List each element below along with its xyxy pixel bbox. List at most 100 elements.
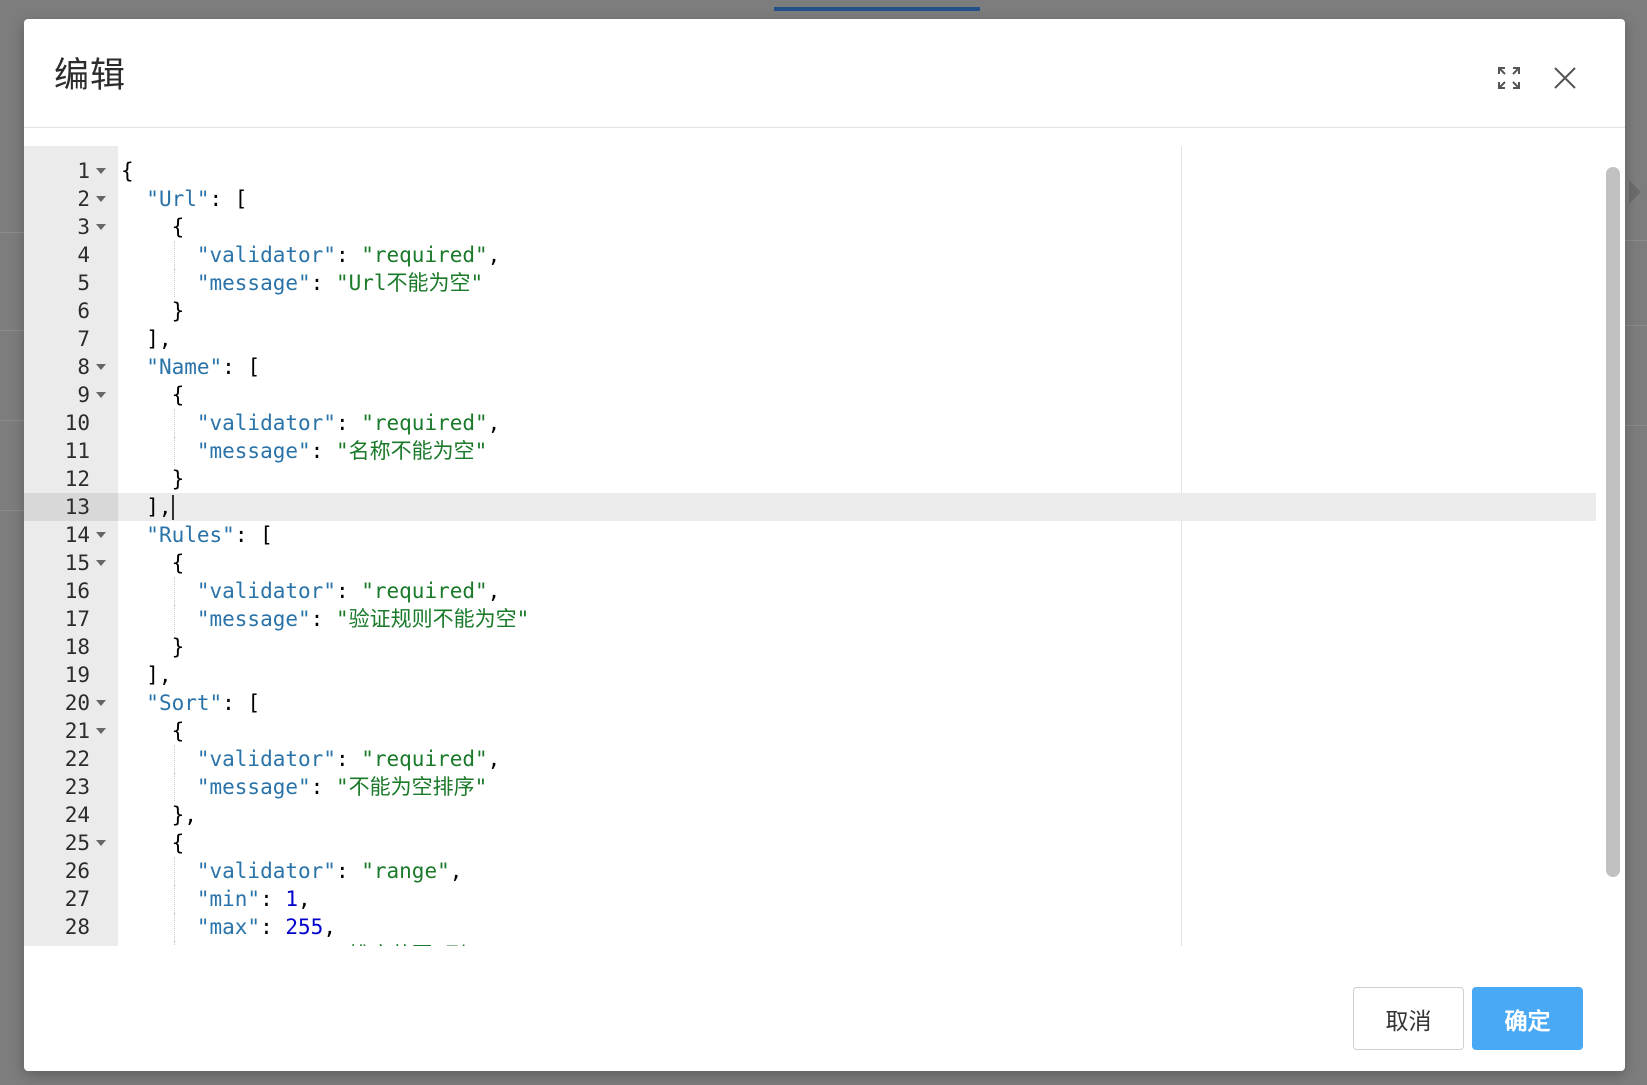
line-number: 14 <box>64 523 90 547</box>
code-text: { <box>121 159 134 183</box>
line-number: 22 <box>64 747 90 771</box>
backdrop-divider <box>1623 325 1647 326</box>
edit-dialog: 编辑 1{2 "Url": [3 {4 "validator": "requir… <box>24 19 1625 1071</box>
confirm-button[interactable]: 确定 <box>1472 987 1583 1050</box>
backdrop-divider <box>0 330 24 331</box>
code-text: { <box>121 215 185 239</box>
code-line: 5 "message": "Url不能为空" <box>24 269 1614 297</box>
fold-toggle-icon[interactable] <box>96 364 106 370</box>
text-cursor <box>171 495 174 520</box>
line-number: 11 <box>64 439 90 463</box>
fold-toggle-icon[interactable] <box>96 168 106 174</box>
close-icon[interactable] <box>1550 63 1580 93</box>
code-line: 24 }, <box>24 801 1614 829</box>
fold-toggle-icon[interactable] <box>96 560 106 566</box>
fold-toggle-icon[interactable] <box>96 532 106 538</box>
line-number: 5 <box>77 271 90 295</box>
code-line: 12 } <box>24 465 1614 493</box>
code-text: "Url": [ <box>146 187 248 211</box>
code-line: 25 { <box>24 829 1614 857</box>
code-lines: 1{2 "Url": [3 {4 "validator": "required"… <box>24 157 1614 946</box>
backdrop-divider <box>1623 425 1647 426</box>
code-line: 3 { <box>24 213 1614 241</box>
line-number: 25 <box>64 831 90 855</box>
code-line: 10 "validator": "required", <box>24 409 1614 437</box>
code-line: 15 { <box>24 549 1614 577</box>
code-text: { <box>121 831 185 855</box>
line-number: 16 <box>64 579 90 603</box>
line-number: 2 <box>77 187 90 211</box>
line-number: 27 <box>64 887 90 911</box>
code-line: 4 "validator": "required", <box>24 241 1614 269</box>
code-text: } <box>121 635 185 659</box>
code-line: 22 "validator": "required", <box>24 745 1614 773</box>
backdrop-tab-indicator <box>774 7 980 11</box>
fold-toggle-icon[interactable] <box>96 840 106 846</box>
code-text: "validator": "range", <box>196 859 463 883</box>
code-text: "Sort": [ <box>146 691 261 715</box>
line-number: 15 <box>64 551 90 575</box>
fold-toggle-icon[interactable] <box>96 224 106 230</box>
line-number: 23 <box>64 775 90 799</box>
code-line: 20 "Sort": [ <box>24 689 1614 717</box>
code-text: } <box>121 467 185 491</box>
line-number: 26 <box>64 859 90 883</box>
code-text: "validator": "required", <box>196 579 501 603</box>
backdrop-divider <box>0 232 24 233</box>
dialog-header: 编辑 <box>24 19 1625 128</box>
code-line: 1{ <box>24 157 1614 185</box>
line-number: 6 <box>77 299 90 323</box>
line-number: 24 <box>64 803 90 827</box>
code-text: "message": "Url不能为空" <box>196 271 484 295</box>
line-number: 17 <box>64 607 90 631</box>
code-line: 2 "Url": [ <box>24 185 1614 213</box>
line-number: 28 <box>64 915 90 939</box>
line-number: 12 <box>64 467 90 491</box>
line-number: 3 <box>77 215 90 239</box>
line-number: 1 <box>77 159 90 183</box>
backdrop-divider <box>0 420 24 421</box>
line-number: 13 <box>64 495 90 519</box>
code-line: 28 "max": 255, <box>24 913 1614 941</box>
code-line: 7 ], <box>24 325 1614 353</box>
line-number: 7 <box>77 327 90 351</box>
code-text: }, <box>121 803 197 827</box>
code-line: 8 "Name": [ <box>24 353 1614 381</box>
code-line: 9 { <box>24 381 1614 409</box>
fold-toggle-icon[interactable] <box>96 700 106 706</box>
json-code-editor[interactable]: 1{2 "Url": [3 {4 "validator": "required"… <box>24 146 1614 946</box>
line-number: 19 <box>64 663 90 687</box>
fold-toggle-icon[interactable] <box>96 392 106 398</box>
code-line: 23 "message": "不能为空排序" <box>24 773 1614 801</box>
line-number: 9 <box>77 383 90 407</box>
code-line: 21 { <box>24 717 1614 745</box>
code-line: 17 "message": "验证规则不能为空" <box>24 605 1614 633</box>
line-number: 29 <box>24 941 90 946</box>
backdrop-arrow-icon <box>1629 180 1641 204</box>
cancel-button[interactable]: 取消 <box>1353 987 1464 1050</box>
code-line: 11 "message": "名称不能为空" <box>24 437 1614 465</box>
code-line: 19 ], <box>24 661 1614 689</box>
code-text: { <box>121 383 185 407</box>
code-line: 14 "Rules": [ <box>24 521 1614 549</box>
editor-scrollbar[interactable] <box>1606 167 1620 877</box>
code-line: 27 "min": 1, <box>24 885 1614 913</box>
code-line: 16 "validator": "required", <box>24 577 1614 605</box>
code-text: ], <box>121 663 172 687</box>
code-text: "validator": "required", <box>196 747 501 771</box>
code-text: ], <box>121 495 172 519</box>
fold-toggle-icon[interactable] <box>96 728 106 734</box>
code-text: "message": "验证规则不能为空" <box>196 607 530 631</box>
maximize-icon[interactable] <box>1494 63 1524 93</box>
code-text: "message": "不能为空排序" <box>196 775 488 799</box>
backdrop-divider <box>1623 240 1647 241</box>
code-line: 18 } <box>24 633 1614 661</box>
line-number: 21 <box>64 719 90 743</box>
fold-toggle-icon[interactable] <box>96 196 106 202</box>
backdrop-divider <box>0 510 24 511</box>
code-text: { <box>121 551 185 575</box>
code-text: "Name": [ <box>146 355 261 379</box>
code-text: "Rules": [ <box>146 523 273 547</box>
code-text: "message": "名称不能为空" <box>196 439 488 463</box>
code-text: "max": 255, <box>196 915 336 939</box>
